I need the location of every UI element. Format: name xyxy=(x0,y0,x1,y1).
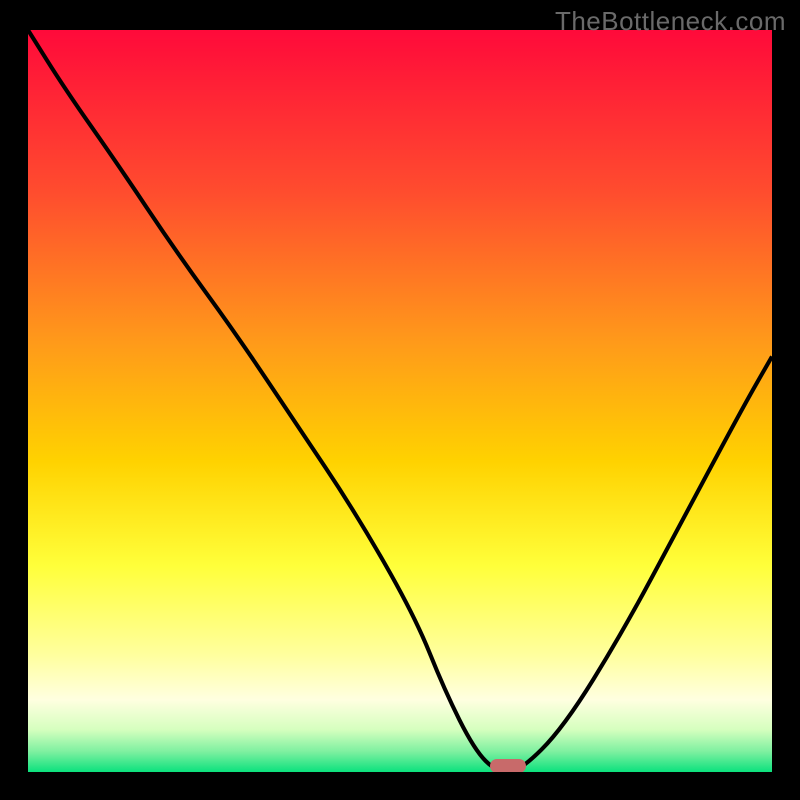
bottleneck-curve xyxy=(28,30,772,772)
watermark-text: TheBottleneck.com xyxy=(555,6,786,37)
curve-path xyxy=(28,30,772,772)
chart-frame: TheBottleneck.com xyxy=(0,0,800,800)
optimal-marker xyxy=(490,759,526,772)
plot-area xyxy=(28,30,772,772)
